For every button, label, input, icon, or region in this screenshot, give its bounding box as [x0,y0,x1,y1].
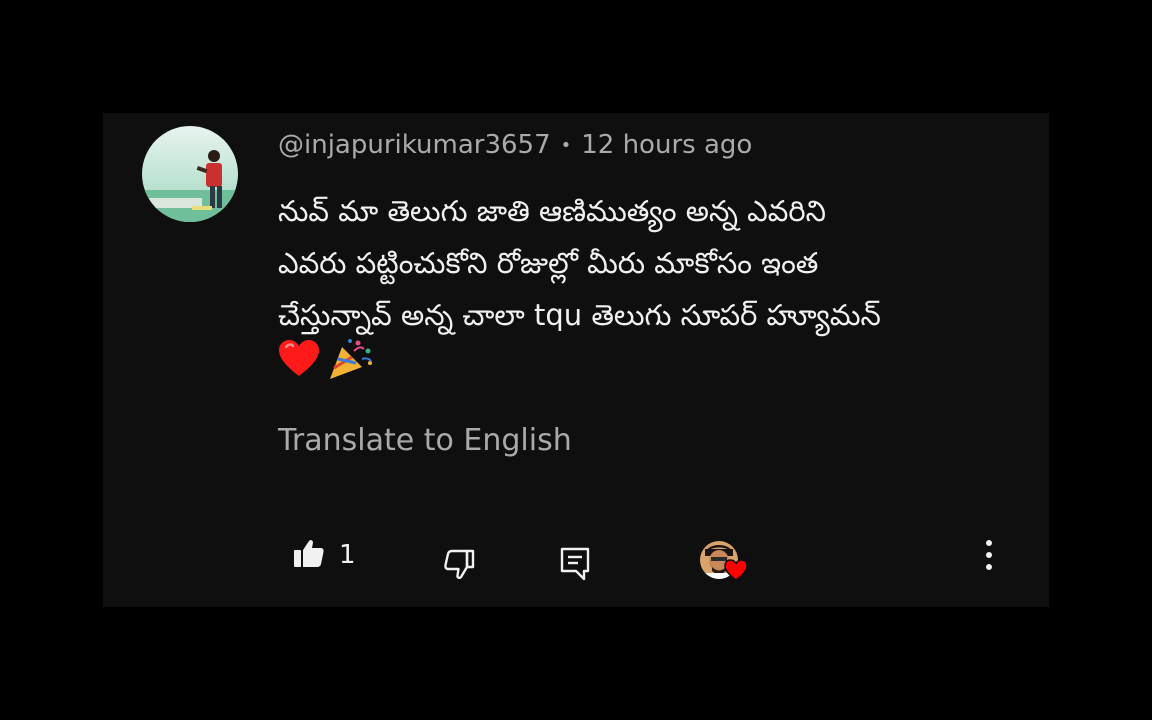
creator-heart-icon [724,559,748,585]
dislike-button[interactable] [443,549,475,585]
comment-header: @injapurikumar3657 • 12 hours ago [278,127,752,163]
red-heart-emoji [278,339,320,395]
like-count: 1 [339,540,356,570]
comment-timestamp[interactable]: 12 hours ago [581,130,752,160]
comment-line: ఎవరు పట్టించుకోని రోజుల్లో మీరు మాకోసం ఇ… [278,246,819,280]
avatar-photo [142,126,238,222]
more-options-button[interactable] [981,539,997,575]
reply-button[interactable] [560,547,590,585]
thumbs-up-icon [293,537,325,573]
like-button[interactable]: 1 [293,537,356,573]
reply-comment-icon [560,547,590,585]
translate-link[interactable]: Translate to English [278,423,572,458]
comment-card: @injapurikumar3657 • 12 hours ago నువ్ మ… [103,113,1049,607]
comment-line: చేస్తున్నావ్ అన్న చాలా tqu తెలుగు సూపర్ … [278,298,881,332]
comment-text: నువ్ మా తెలుగు జాతి ఆణిముత్యం అన్న ఎవరిన… [278,185,998,393]
author-avatar[interactable] [142,126,238,222]
separator-dot: • [560,134,572,156]
comment-emoji-row [278,339,998,395]
comment-line: నువ్ మా తెలుగు జాతి ఆణిముత్యం అన్న ఎవరిన… [278,194,826,228]
more-vertical-icon [981,540,997,575]
author-handle[interactable]: @injapurikumar3657 [278,130,551,160]
party-popper-emoji [328,337,374,397]
creator-heart-badge[interactable] [698,539,754,583]
thumbs-down-icon [443,549,475,585]
